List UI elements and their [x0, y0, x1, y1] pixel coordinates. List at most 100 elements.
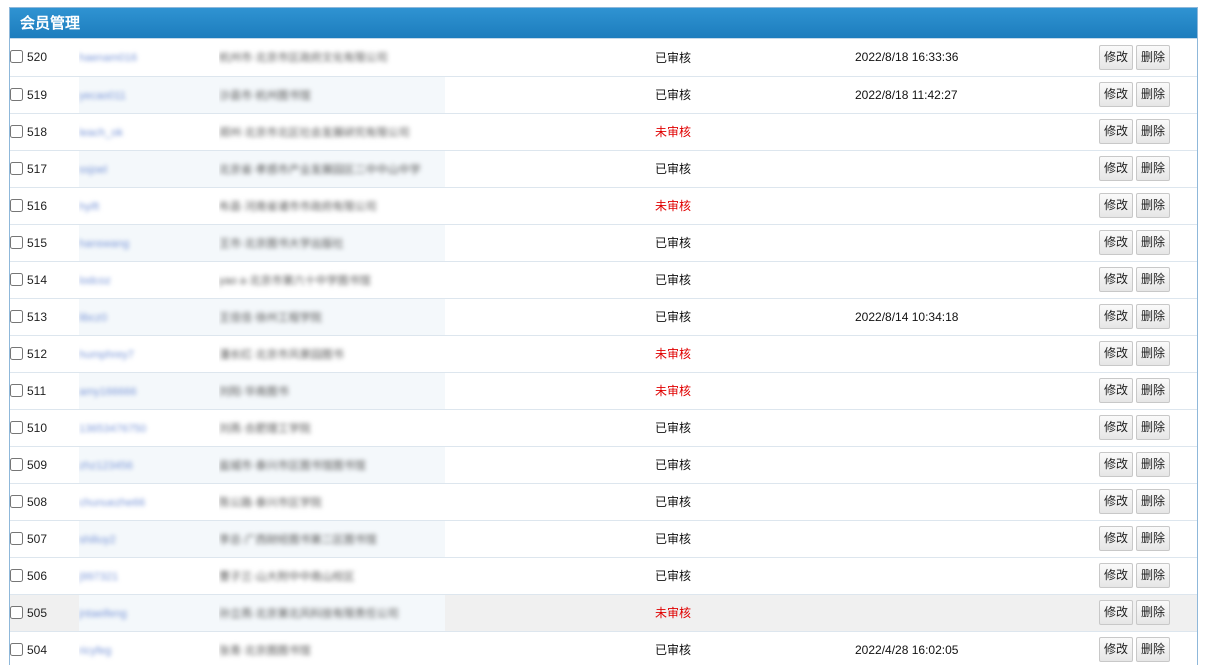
username-link[interactable]: j997321: [79, 571, 118, 583]
delete-button[interactable]: 删除: [1136, 563, 1171, 588]
spacer-cell: [445, 187, 655, 225]
row-checkbox[interactable]: [10, 124, 23, 138]
delete-button[interactable]: 删除: [1136, 341, 1171, 366]
row-checkbox[interactable]: [10, 161, 23, 175]
username-cell: haenam016: [79, 39, 219, 77]
username-link[interactable]: haenam016: [79, 52, 137, 64]
unit-cell: 王佳佳·徐州工程学院: [219, 298, 445, 336]
row-checkbox[interactable]: [10, 642, 23, 656]
row-checkbox[interactable]: [10, 87, 23, 101]
member-id: 512: [27, 346, 48, 361]
actions-cell: 修改 删除: [1099, 335, 1197, 373]
unit-name: 曹子兰·山大附中中南山校区: [219, 570, 355, 583]
member-id: 513: [27, 309, 48, 324]
edit-button[interactable]: 修改: [1099, 600, 1134, 625]
delete-button[interactable]: 删除: [1136, 600, 1171, 625]
review-status: 已审核: [655, 50, 692, 65]
time-cell: 2022/8/18 11:42:27: [855, 76, 1099, 114]
edit-button[interactable]: 修改: [1099, 304, 1134, 329]
row-checkbox[interactable]: [10, 272, 23, 286]
username-link[interactable]: yecao011: [79, 90, 126, 102]
delete-button[interactable]: 删除: [1136, 230, 1171, 255]
edit-button[interactable]: 修改: [1099, 82, 1134, 107]
delete-button[interactable]: 删除: [1136, 304, 1171, 329]
username-cell: shiliuy2: [79, 520, 219, 558]
unit-name: 张青·北京图图书馆: [219, 644, 311, 657]
delete-button[interactable]: 删除: [1136, 193, 1171, 218]
edit-button[interactable]: 修改: [1099, 526, 1134, 551]
username-link[interactable]: hyift: [79, 201, 99, 213]
username-link[interactable]: leach_ok: [79, 127, 123, 139]
unit-name: 沙县市·杭州图书馆: [219, 89, 311, 102]
delete-button[interactable]: 删除: [1136, 378, 1171, 403]
row-checkbox[interactable]: [10, 494, 23, 508]
row-checkbox[interactable]: [10, 531, 23, 545]
unit-name: 刘燕·合肥理工学院: [219, 422, 311, 435]
member-management-panel: 会员管理 520 haenam016 杭州市·北京市区政府文化有限公司 已审核 2022…: [9, 7, 1198, 665]
row-checkbox[interactable]: [10, 605, 23, 619]
username-link[interactable]: humphrey7: [79, 349, 134, 361]
username-link[interactable]: lodcoz: [79, 275, 111, 287]
username-link[interactable]: chunuezhe66: [79, 497, 145, 509]
spacer-cell: [445, 446, 655, 484]
id-cell: 512: [10, 335, 79, 373]
delete-button[interactable]: 删除: [1136, 415, 1171, 440]
edit-button[interactable]: 修改: [1099, 489, 1134, 514]
edit-button[interactable]: 修改: [1099, 341, 1134, 366]
delete-button[interactable]: 删除: [1136, 119, 1171, 144]
username-cell: lodcoz: [79, 261, 219, 299]
username-link[interactable]: zhz123456: [79, 460, 133, 472]
username-link[interactable]: shiliuy2: [79, 534, 116, 546]
row-checkbox[interactable]: [10, 198, 23, 212]
member-id: 515: [27, 235, 48, 250]
row-checkbox[interactable]: [10, 309, 23, 323]
time-cell: [855, 446, 1099, 484]
username-link[interactable]: ssjoel: [79, 164, 107, 176]
member-table: 520 haenam016 杭州市·北京市区政府文化有限公司 已审核 2022/8/18…: [10, 39, 1197, 665]
edit-button[interactable]: 修改: [1099, 637, 1134, 662]
unit-cell: 王市·北京图书大学出版社: [219, 224, 445, 262]
edit-button[interactable]: 修改: [1099, 415, 1134, 440]
unit-cell: 潘长红·北京市风景园图书: [219, 335, 445, 373]
username-cell: ricyfeg: [79, 631, 219, 665]
delete-button[interactable]: 删除: [1136, 489, 1171, 514]
edit-button[interactable]: 修改: [1099, 44, 1134, 70]
row-checkbox[interactable]: [10, 420, 23, 434]
unit-name: 李总·广西财经图书第二区图书馆: [219, 533, 377, 546]
member-id: 510: [27, 420, 48, 435]
row-checkbox[interactable]: [10, 568, 23, 582]
id-cell: 513: [10, 298, 79, 336]
delete-button[interactable]: 删除: [1136, 267, 1171, 292]
row-checkbox[interactable]: [10, 235, 23, 249]
username-link[interactable]: 13653476750: [79, 423, 146, 435]
delete-button[interactable]: 删除: [1136, 637, 1171, 662]
delete-button[interactable]: 删除: [1136, 156, 1171, 181]
edit-button[interactable]: 修改: [1099, 563, 1134, 588]
edit-button[interactable]: 修改: [1099, 378, 1134, 403]
edit-button[interactable]: 修改: [1099, 230, 1134, 255]
username-link[interactable]: libcz0: [79, 312, 107, 324]
username-link[interactable]: hanswang: [79, 238, 129, 250]
edit-button[interactable]: 修改: [1099, 193, 1134, 218]
delete-button[interactable]: 删除: [1136, 44, 1171, 70]
status-cell: 已审核: [655, 261, 855, 299]
row-checkbox[interactable]: [10, 457, 23, 471]
delete-button[interactable]: 删除: [1136, 526, 1171, 551]
username-link[interactable]: ricyfeg: [79, 645, 111, 657]
delete-button[interactable]: 删除: [1136, 82, 1171, 107]
edit-button[interactable]: 修改: [1099, 156, 1134, 181]
delete-button[interactable]: 删除: [1136, 452, 1171, 477]
edit-button[interactable]: 修改: [1099, 119, 1134, 144]
row-checkbox[interactable]: [10, 383, 23, 397]
row-checkbox[interactable]: [10, 346, 23, 360]
row-checkbox[interactable]: [10, 50, 23, 64]
edit-button[interactable]: 修改: [1099, 452, 1134, 477]
review-time: 2022/4/28 16:02:05: [855, 642, 959, 657]
username-link[interactable]: jntaeifeng: [79, 608, 127, 620]
status-cell: 已审核: [655, 483, 855, 521]
username-link[interactable]: amy166666: [79, 386, 137, 398]
member-id: 517: [27, 161, 48, 176]
review-status: 未审核: [655, 125, 692, 139]
username-cell: libcz0: [79, 298, 219, 336]
edit-button[interactable]: 修改: [1099, 267, 1134, 292]
